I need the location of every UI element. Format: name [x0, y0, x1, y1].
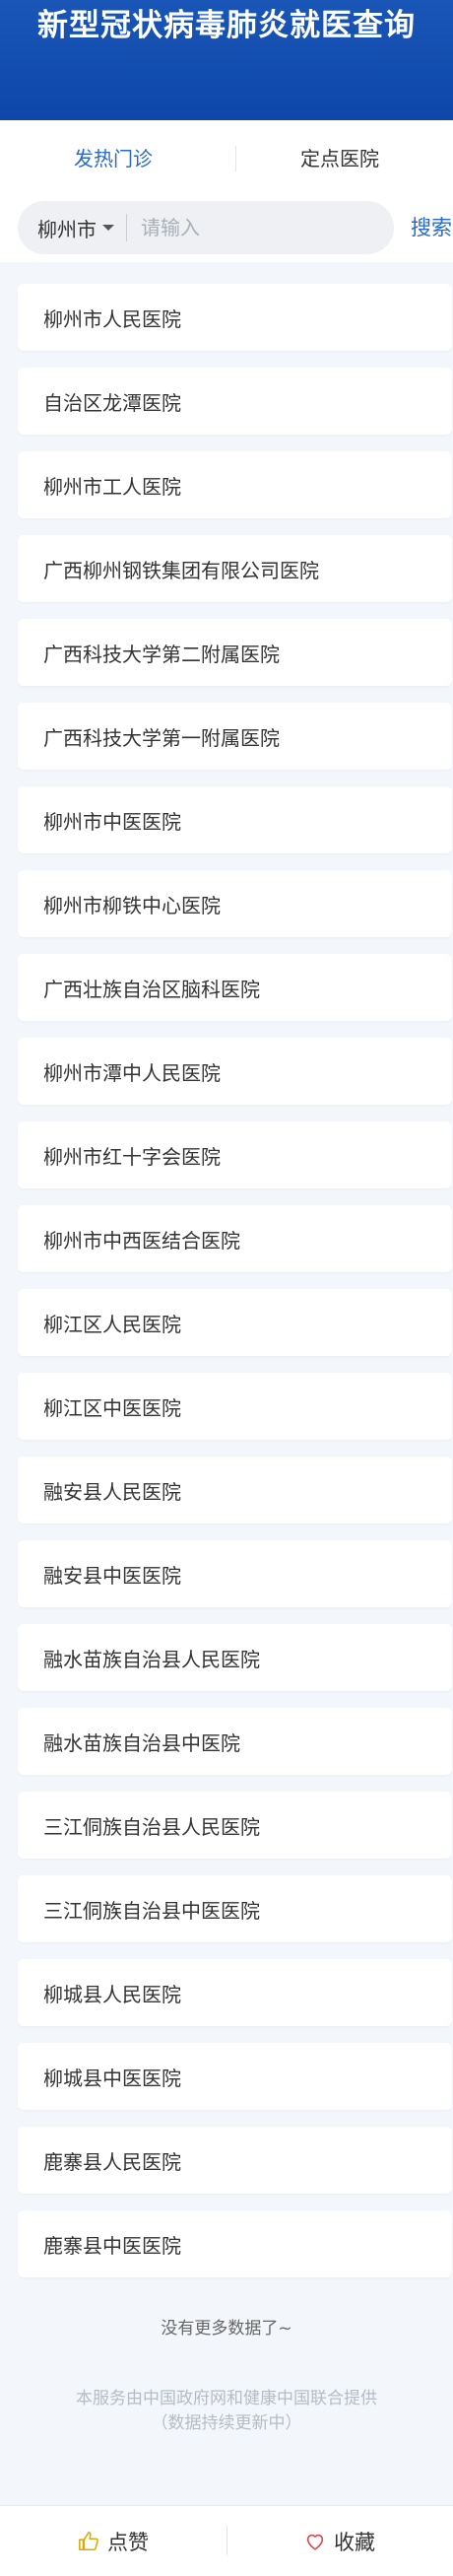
- page: 新型冠状病毒肺炎就医查询 发热门诊 定点医院 柳州市 搜索 柳州市人民医院自治区…: [0, 0, 453, 2576]
- city-select[interactable]: 柳州市: [18, 201, 126, 254]
- hospital-name: 柳州市中西医结合医院: [43, 1228, 240, 1253]
- footer-line: （数据持续更新中）: [151, 2413, 302, 2433]
- hospital-list-item[interactable]: 柳州市中医医院: [18, 786, 452, 853]
- search-box: 柳州市: [18, 200, 394, 255]
- hospital-name: 融安县中医医院: [43, 1563, 181, 1588]
- hospital-name: 鹿寨县人民医院: [43, 2149, 181, 2174]
- list-end-text: 没有更多数据了~: [161, 2319, 292, 2339]
- hospital-list-item[interactable]: 广西科技大学第一附属医院: [18, 703, 452, 770]
- tab-fever-clinic[interactable]: 发热门诊: [0, 120, 226, 193]
- tab-divider: [235, 146, 236, 171]
- hospital-name: 广西柳州钢铁集团有限公司医院: [43, 558, 319, 582]
- hospital-name: 柳江区中医医院: [43, 1395, 181, 1420]
- hospital-list-item[interactable]: 柳城县中医医院: [18, 2043, 452, 2110]
- hospital-name: 鹿寨县中医医院: [43, 2233, 181, 2258]
- hospital-list-item[interactable]: 融安县中医医院: [18, 1540, 452, 1607]
- tab-label: 发热门诊: [74, 146, 153, 170]
- tab-label: 定点医院: [300, 146, 379, 170]
- hospital-list-item[interactable]: 广西壮族自治区脑科医院: [18, 954, 452, 1021]
- hospital-list-item[interactable]: 鹿寨县中医医院: [18, 2210, 452, 2277]
- hospital-name: 柳州市工人医院: [43, 474, 181, 499]
- header-banner: 新型冠状病毒肺炎就医查询: [0, 0, 453, 120]
- hospital-list-item[interactable]: 融水苗族自治县人民医院: [18, 1624, 452, 1691]
- hospital-name: 柳州市红十字会医院: [43, 1144, 221, 1169]
- search-input[interactable]: [127, 200, 394, 255]
- heart-icon: [306, 2534, 324, 2550]
- hospital-name: 三江侗族自治县中医医院: [43, 1898, 260, 1923]
- search-bar: 柳州市 搜索: [0, 193, 453, 262]
- footer-note: 本服务由中国政府网和健康中国联合提供 （数据持续更新中）: [0, 2387, 453, 2436]
- hospital-list-item[interactable]: 柳州市潭中人民医院: [18, 1038, 452, 1105]
- hospital-name: 柳江区人民医院: [43, 1312, 181, 1336]
- hospital-name: 柳城县中医医院: [43, 2066, 181, 2090]
- hospital-list-item[interactable]: 自治区龙潭医院: [18, 368, 452, 435]
- city-select-label: 柳州市: [37, 217, 97, 241]
- footer-line: 本服务由中国政府网和健康中国联合提供: [76, 2389, 377, 2408]
- hospital-list: 柳州市人民医院 自治区龙潭医院 柳州市工人医院广西柳州钢铁集团有限公司医院 广西科技大…: [18, 284, 452, 2294]
- favorite-label: 收藏: [334, 2531, 375, 2554]
- hospital-name: 柳州市柳铁中心医院: [43, 893, 221, 917]
- hospital-list-item[interactable]: 柳江区人民医院: [18, 1289, 452, 1356]
- hospital-name: 融水苗族自治县中医院: [43, 1730, 240, 1755]
- hospital-list-item[interactable]: 柳州市柳铁中心医院: [18, 870, 452, 937]
- hospital-name: 三江侗族自治县人民医院: [43, 1814, 260, 1839]
- hospital-list-item[interactable]: 广西科技大学第二附属医院: [18, 619, 452, 686]
- hospital-name: 柳州市人民医院: [43, 306, 181, 331]
- hospital-name: 自治区龙潭医院: [43, 390, 181, 415]
- thumbs-up-icon: [79, 2532, 98, 2551]
- hospital-name: 广西科技大学第二附属医院: [43, 642, 280, 666]
- hospital-list-item[interactable]: 柳江区中医医院: [18, 1373, 452, 1440]
- hospital-list-item[interactable]: 柳州市人民医院: [18, 284, 452, 351]
- hospital-list-item[interactable]: 柳城县人民医院: [18, 1959, 452, 2026]
- tab-designated-hospital[interactable]: 定点医院: [226, 120, 453, 193]
- hospital-list-item[interactable]: 融水苗族自治县中医院: [18, 1708, 452, 1775]
- hospital-list-item[interactable]: 柳州市中西医结合医院: [18, 1205, 452, 1272]
- hospital-name: 广西壮族自治区脑科医院: [43, 977, 260, 1001]
- hospital-name: 融安县人民医院: [43, 1479, 181, 1504]
- bottom-divider: [226, 2526, 227, 2555]
- hospital-name: 柳城县人民医院: [43, 1982, 181, 2006]
- favorite-button[interactable]: 收藏: [226, 2506, 453, 2576]
- hospital-list-item[interactable]: 柳州市工人医院: [18, 451, 452, 518]
- bottom-action-bar: 点赞 收藏: [0, 2505, 453, 2576]
- like-button[interactable]: 点赞: [0, 2506, 226, 2576]
- tab-bar: 发热门诊 定点医院: [0, 120, 453, 193]
- hospital-list-item[interactable]: 鹿寨县人民医院: [18, 2127, 452, 2194]
- hospital-list-item[interactable]: 广西柳州钢铁集团有限公司医院: [18, 535, 452, 602]
- hospital-name: 柳州市潭中人民医院: [43, 1060, 221, 1085]
- hospital-list-item[interactable]: 融安县人民医院: [18, 1457, 452, 1524]
- hospital-name: 融水苗族自治县人民医院: [43, 1647, 260, 1671]
- hospital-list-item[interactable]: 柳州市红十字会医院: [18, 1121, 452, 1188]
- like-label: 点赞: [107, 2531, 149, 2554]
- hospital-name: 广西科技大学第一附属医院: [43, 725, 280, 750]
- hospital-name: 柳州市中医医院: [43, 809, 181, 834]
- search-button[interactable]: 搜索: [411, 212, 452, 241]
- caret-down-icon: [102, 225, 114, 231]
- hospital-list-item[interactable]: 三江侗族自治县人民医院: [18, 1792, 452, 1859]
- hospital-list-item[interactable]: 三江侗族自治县中医医院: [18, 1875, 452, 1942]
- page-title: 新型冠状病毒肺炎就医查询: [37, 8, 416, 43]
